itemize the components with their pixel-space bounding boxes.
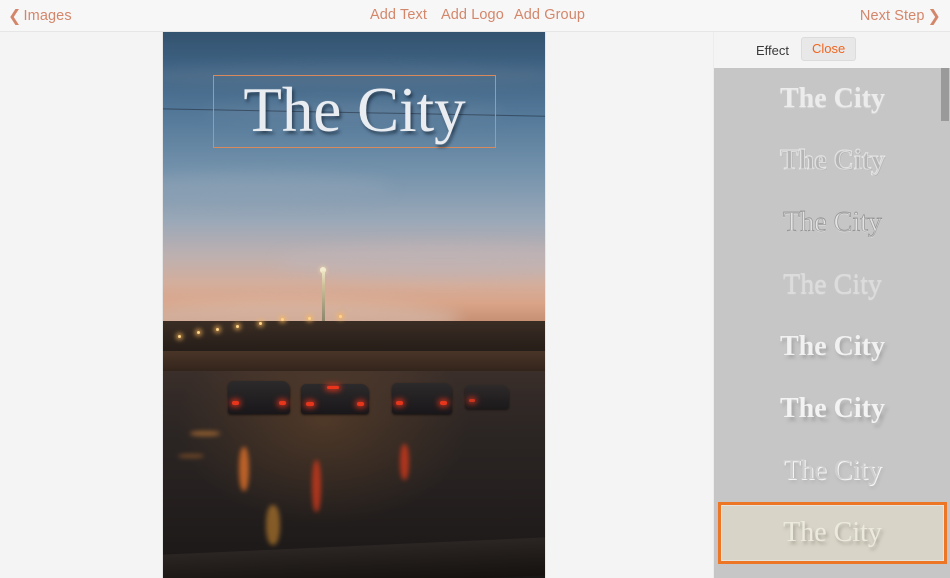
chevron-left-icon: ❮ xyxy=(8,6,22,25)
effect-list-scrollbar-thumb[interactable] xyxy=(941,68,949,121)
chevron-right-icon: ❯ xyxy=(927,6,941,25)
back-to-images-label: Images xyxy=(23,8,72,24)
effect-option-1[interactable]: The City xyxy=(718,68,947,130)
effect-option-label: The City xyxy=(783,455,882,486)
light-reflection xyxy=(266,505,281,546)
effect-panel-header: Effect Close xyxy=(714,32,950,68)
light-reflection xyxy=(239,446,250,491)
light-reflection xyxy=(399,443,409,480)
vehicle xyxy=(300,384,369,415)
effect-option-5[interactable]: The City xyxy=(718,316,947,378)
effect-option-label: The City xyxy=(780,331,885,362)
effect-option-label: The City xyxy=(783,517,882,548)
effect-list[interactable]: The City The City The City The City The … xyxy=(714,68,950,578)
light-reflection xyxy=(311,460,321,513)
effect-option-7[interactable]: The City xyxy=(718,440,947,502)
next-step-button[interactable]: Next Step ❯ xyxy=(860,0,941,31)
effect-option-4[interactable]: The City xyxy=(718,254,947,316)
add-text-button[interactable]: Add Text xyxy=(370,0,427,31)
light-reflection xyxy=(178,453,205,458)
effect-option-label: The City xyxy=(783,269,882,300)
add-logo-button[interactable]: Add Logo xyxy=(441,0,504,31)
distant-buildings xyxy=(163,321,545,355)
effect-panel-title: Effect xyxy=(756,43,790,58)
effect-list-scrollbar-track[interactable] xyxy=(941,68,949,578)
image-canvas[interactable]: The City xyxy=(163,32,545,578)
vehicle xyxy=(464,384,509,409)
effect-option-label: The City xyxy=(780,83,885,114)
close-button[interactable]: Close xyxy=(801,37,857,61)
effect-option-label: The City xyxy=(780,393,885,424)
editor-workspace: The City xyxy=(0,32,713,578)
effect-option-2[interactable]: The City xyxy=(718,130,947,192)
canvas-text-value: The City xyxy=(243,74,466,145)
vehicle xyxy=(227,381,290,415)
back-to-images-link[interactable]: ❮ Images xyxy=(8,0,72,31)
light-reflection xyxy=(189,431,220,437)
next-step-label: Next Step xyxy=(859,8,925,24)
effect-panel: Effect Close The City The City The City … xyxy=(713,32,950,578)
effect-option-label: The City xyxy=(780,145,886,176)
add-group-button[interactable]: Add Group xyxy=(514,0,585,31)
top-toolbar: ❮ Images Add Text Add Logo Add Group Next… xyxy=(0,0,950,32)
canvas-text-object[interactable]: The City xyxy=(213,75,496,148)
effect-option-label: The City xyxy=(783,207,882,238)
effect-option-6[interactable]: The City xyxy=(718,378,947,440)
vehicle xyxy=(392,383,453,415)
editor-app: ❮ Images Add Text Add Logo Add Group Next… xyxy=(0,0,950,578)
effect-option-8[interactable]: The City xyxy=(718,502,947,564)
effect-option-3[interactable]: The City xyxy=(718,192,947,254)
